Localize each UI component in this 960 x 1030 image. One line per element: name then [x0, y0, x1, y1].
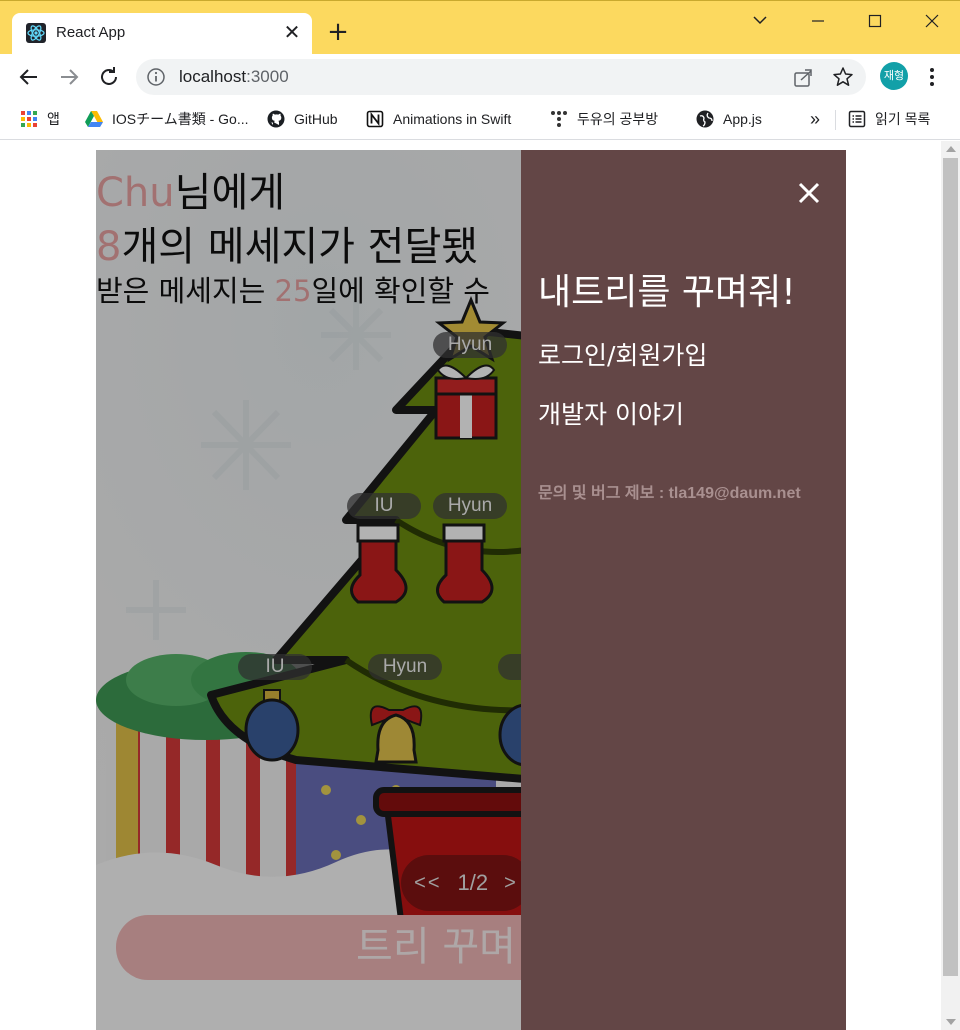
scroll-down-arrow-icon[interactable]: [946, 1019, 956, 1025]
drawer-title: 내트리를 꾸며줘!: [538, 272, 796, 313]
chevron-down-icon[interactable]: [740, 7, 780, 35]
tab-title: React App: [56, 24, 126, 41]
maximize-icon[interactable]: [855, 7, 895, 35]
bookmarks-overflow-button[interactable]: »: [810, 108, 820, 130]
profile-avatar[interactable]: 재형: [880, 62, 908, 90]
tree-app: Chu님에게 8개의 메세지가 전달됐 받은 메세지는 25일에 확인할 수 H…: [96, 150, 846, 1030]
reload-icon[interactable]: [94, 62, 124, 92]
side-drawer: 내트리를 꾸며줘! 로그인/회원가입 개발자 이야기 문의 및 버그 제보 : …: [521, 150, 846, 1030]
menu-item-developer-story[interactable]: 개발자 이야기: [538, 395, 684, 431]
scroll-thumb[interactable]: [943, 158, 958, 976]
bookmark-appjs[interactable]: App.js: [696, 108, 762, 130]
bookmark-label: 앱: [47, 111, 60, 127]
notion-icon: [366, 110, 384, 128]
bookmarks-divider: [835, 110, 836, 130]
browser-tab[interactable]: React App ✕: [12, 13, 312, 55]
bookmark-github[interactable]: GitHub: [267, 108, 338, 130]
bookmark-label: App.js: [723, 111, 762, 127]
info-icon[interactable]: [146, 67, 166, 87]
new-tab-button[interactable]: +: [324, 19, 352, 47]
close-icon[interactable]: [794, 178, 824, 208]
bookmark-dooyu-study[interactable]: 두유의 공부방: [550, 108, 658, 130]
forward-arrow-icon[interactable]: [54, 62, 84, 92]
url-host: localhost: [179, 67, 247, 86]
page-viewport: Chu님에게 8개의 메세지가 전달됐 받은 메세지는 25일에 확인할 수 H…: [0, 141, 960, 1030]
bookmark-animations-swift[interactable]: Animations in Swift: [366, 108, 511, 130]
bookmark-ios-docs[interactable]: IOSチーム書類 - Go...: [85, 108, 248, 130]
bookmark-label: IOSチーム書類 - Go...: [112, 111, 249, 127]
bookmark-label: Animations in Swift: [393, 111, 512, 127]
reading-list-label: 읽기 목록: [875, 111, 931, 127]
contact-footer: 문의 및 버그 제보 : tla149@daum.net: [538, 485, 801, 502]
bookmarks-bar: 앱 IOSチーム書類 - Go... GitHub Animations in …: [0, 100, 960, 140]
url-text: localhost:3000: [179, 67, 289, 87]
reading-list-icon: [848, 110, 866, 128]
more-menu-icon[interactable]: [924, 64, 940, 90]
globe-icon: [696, 110, 714, 128]
reading-list-button[interactable]: 읽기 목록: [848, 108, 930, 130]
browser-toolbar: localhost:3000 재형: [0, 54, 960, 100]
dots-icon: [550, 110, 568, 128]
bookmark-label: 두유의 공부방: [577, 111, 659, 127]
bookmark-label: GitHub: [294, 111, 338, 127]
react-icon: [26, 23, 46, 43]
share-icon[interactable]: [792, 67, 814, 89]
bookmark-star-icon[interactable]: [832, 66, 854, 88]
tab-strip: React App ✕ +: [0, 0, 960, 55]
scroll-up-arrow-icon[interactable]: [946, 146, 956, 152]
back-arrow-icon[interactable]: [14, 62, 44, 92]
apps-grid-icon: [20, 110, 38, 128]
address-bar[interactable]: localhost:3000: [136, 59, 866, 95]
minimize-icon[interactable]: [798, 7, 838, 35]
google-drive-icon: [85, 110, 103, 128]
url-port: :3000: [246, 67, 289, 86]
menu-item-login[interactable]: 로그인/회원가입: [538, 336, 707, 372]
github-icon: [267, 110, 285, 128]
close-tab-icon[interactable]: ✕: [280, 20, 304, 44]
page-scrollbar[interactable]: [941, 141, 960, 1030]
bookmark-apps[interactable]: 앱: [20, 108, 60, 130]
window-close-icon[interactable]: [912, 7, 952, 35]
